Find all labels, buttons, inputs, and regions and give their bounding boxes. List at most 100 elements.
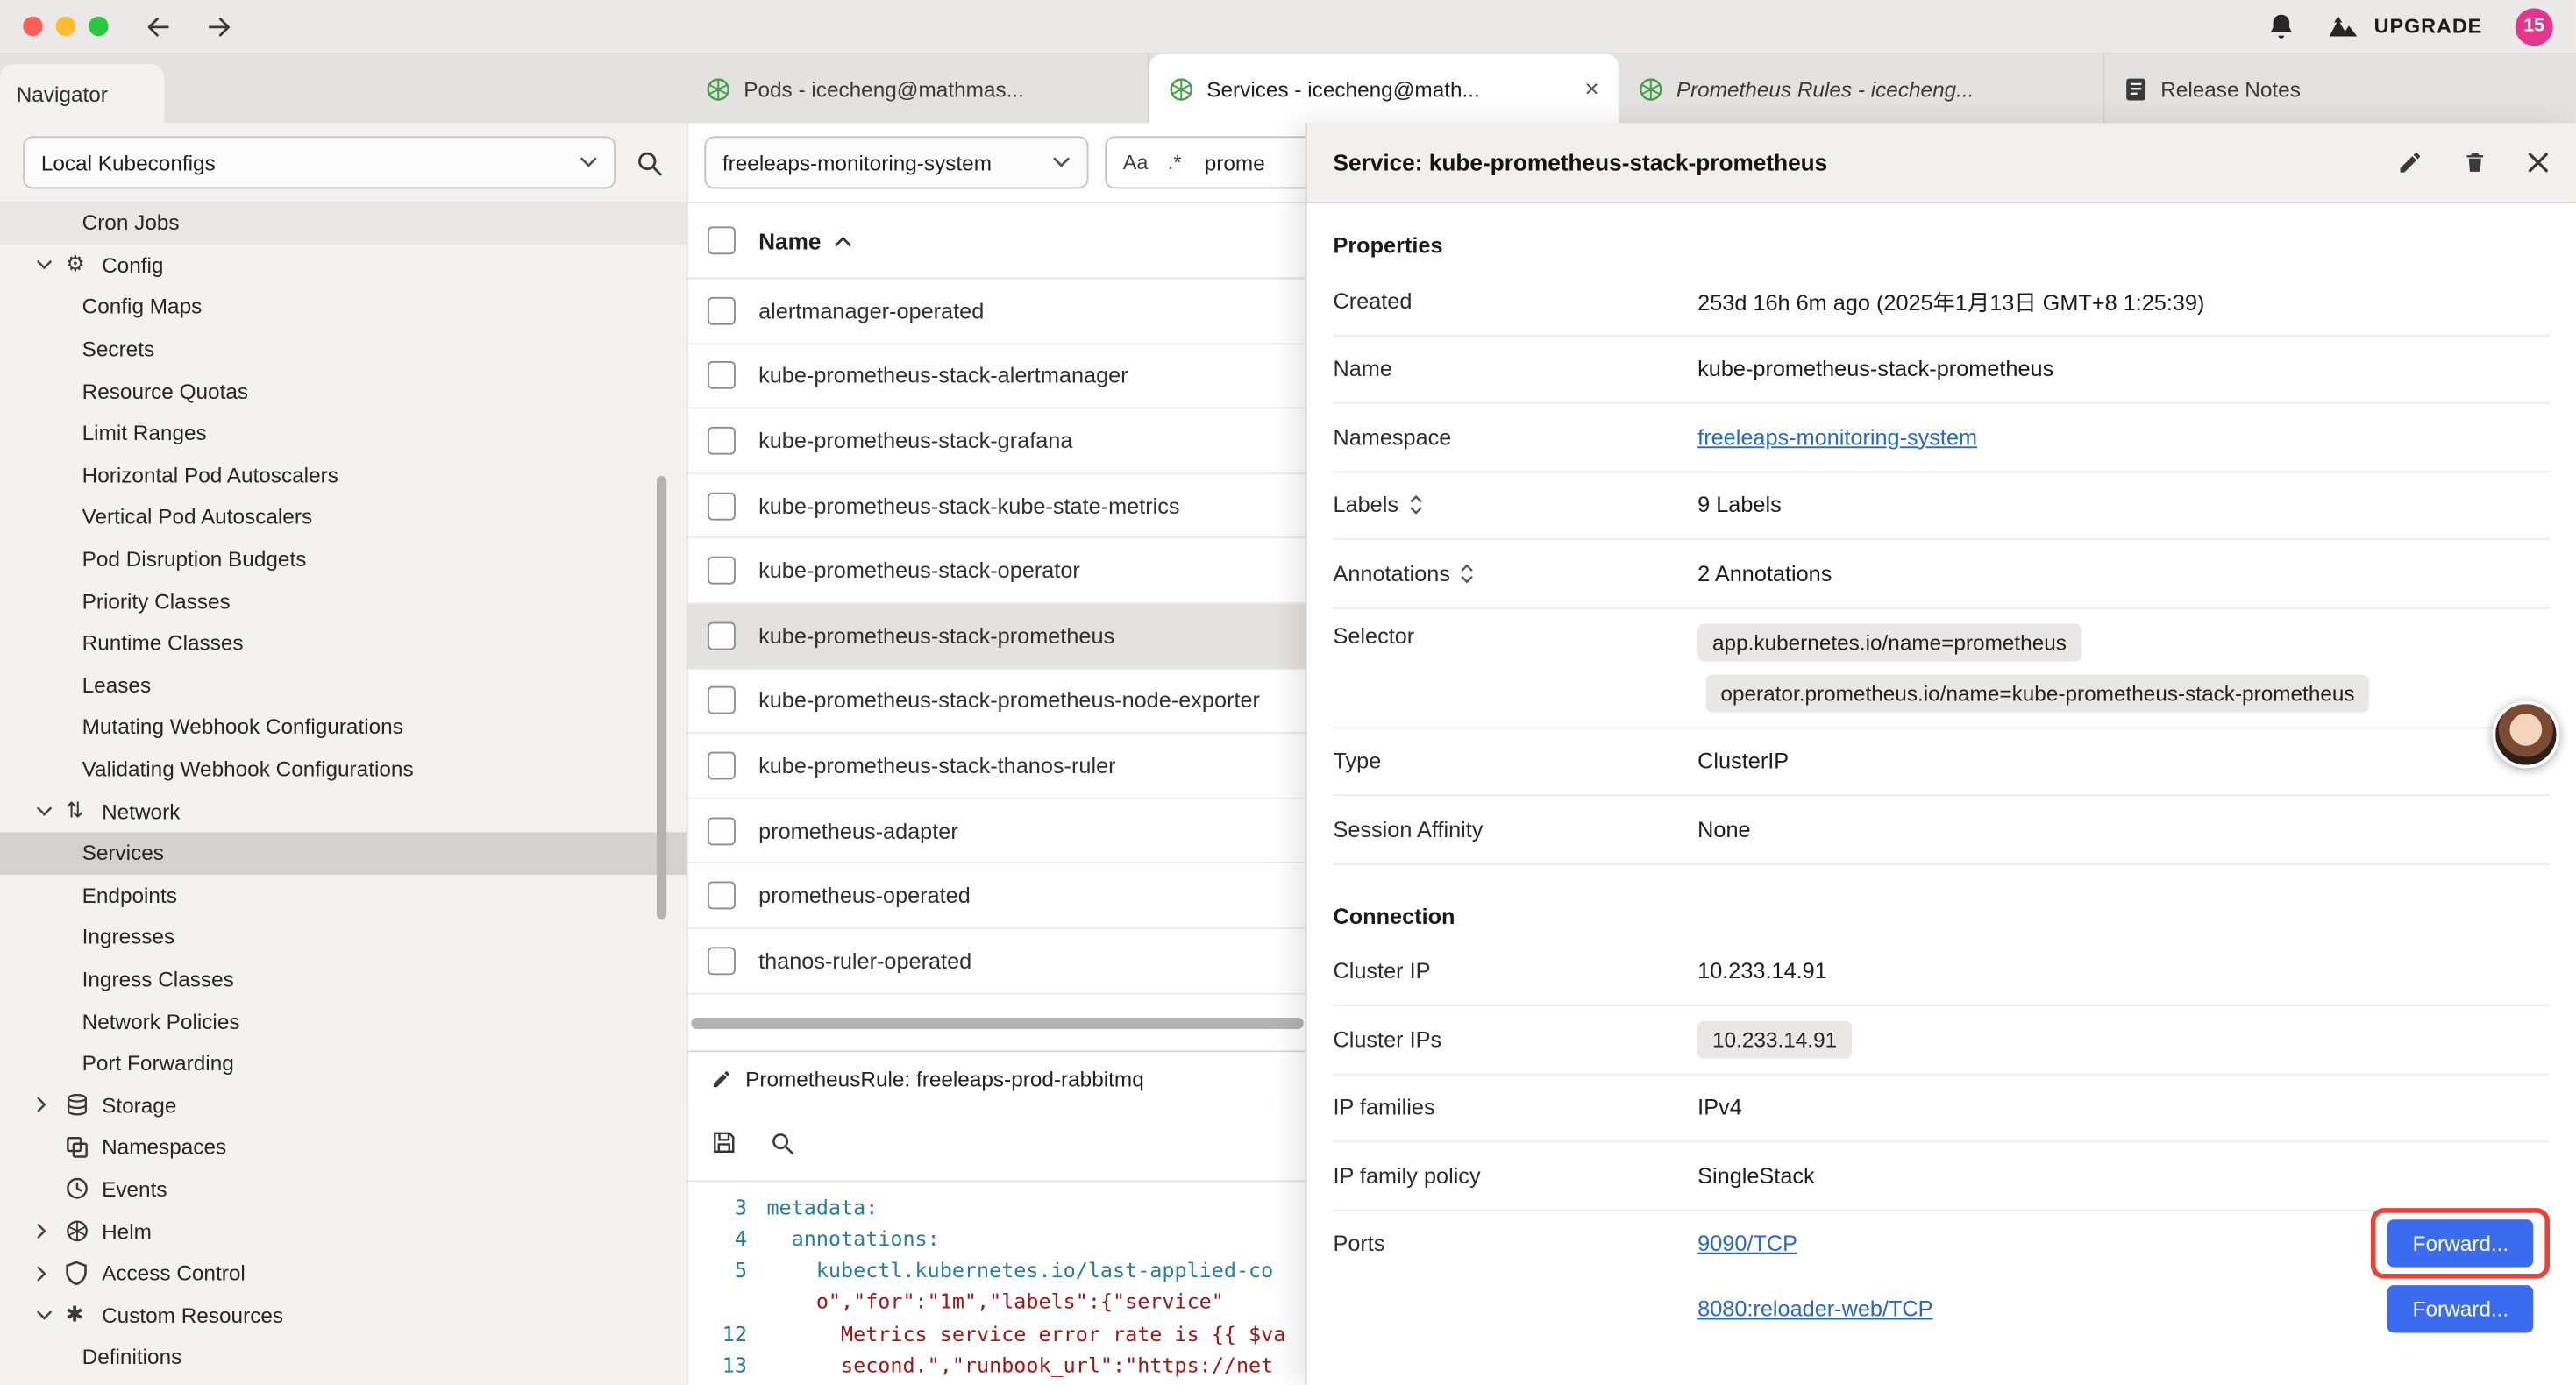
sidebar-item-namespaces[interactable]: Namespaces — [0, 1126, 687, 1168]
gear-icon: ⚙ — [66, 252, 102, 278]
namespace-link[interactable]: freeleaps-monitoring-system — [1697, 425, 1977, 450]
search-icon[interactable] — [770, 1130, 794, 1154]
forward-arrow-icon[interactable] — [205, 12, 233, 40]
tab-services[interactable]: Services - icecheng@math... × — [1149, 54, 1619, 125]
dock-tab-prometheusrule[interactable]: PrometheusRule: freeleaps-prod-rabbitmq — [688, 1051, 1320, 1105]
back-arrow-icon[interactable] — [145, 12, 173, 40]
sidebar-item-helm[interactable]: Helm — [0, 1211, 687, 1253]
kubeconfig-selector[interactable]: Local Kubeconfigs — [23, 136, 616, 188]
tab-prometheus-rules[interactable]: Prometheus Rules - icecheng... — [1619, 54, 2104, 125]
close-icon[interactable] — [2527, 151, 2550, 174]
row-checkbox[interactable] — [708, 947, 736, 975]
bell-icon[interactable] — [2267, 11, 2295, 41]
row-checkbox[interactable] — [708, 297, 736, 325]
sidebar-item-definitions[interactable]: Definitions — [0, 1336, 687, 1378]
sidebar-item-runtime-classes[interactable]: Runtime Classes — [0, 622, 687, 664]
sidebar-item-vertical-pod-autoscalers[interactable]: Vertical Pod Autoscalers — [0, 496, 687, 538]
line-number: 12 — [688, 1318, 767, 1349]
expand-collapse-icon[interactable] — [1460, 563, 1475, 584]
sidebar-item-validating-webhook-configurations[interactable]: Validating Webhook Configurations — [0, 748, 687, 790]
sidebar-item-ingress-classes[interactable]: Ingress Classes — [0, 958, 687, 1000]
sidebar-item-network-policies[interactable]: Network Policies — [0, 1000, 687, 1042]
sidebar-item-ingresses[interactable]: Ingresses — [0, 916, 687, 958]
zoom-window-button[interactable] — [89, 17, 108, 36]
sidebar-item-endpoints[interactable]: Endpoints — [0, 874, 687, 916]
clock-icon — [66, 1177, 102, 1200]
sidebar-item-config-maps[interactable]: Config Maps — [0, 286, 687, 328]
sidebar-item-horizontal-pod-autoscalers[interactable]: Horizontal Pod Autoscalers — [0, 454, 687, 496]
sidebar-item-network[interactable]: ⇅ Network — [0, 790, 687, 832]
cluster-ips-chip: 10.233.14.91 — [1697, 1020, 1852, 1058]
sidebar-item-custom-resources[interactable]: ✱ Custom Resources — [0, 1294, 687, 1336]
pencil-icon — [711, 1068, 732, 1089]
select-all-checkbox[interactable] — [708, 226, 736, 254]
sidebar-item-pod-disruption-budgets[interactable]: Pod Disruption Budgets — [0, 538, 687, 580]
row-checkbox[interactable] — [708, 882, 736, 910]
close-tab-icon[interactable]: × — [1571, 77, 1598, 102]
sidebar-item-mutating-webhook-configurations[interactable]: Mutating Webhook Configurations — [0, 706, 687, 748]
name-column-header[interactable]: Name — [758, 227, 821, 253]
code-line: kubectl.kubernetes.io/last-applied-co — [766, 1254, 1273, 1286]
ports-label: Ports — [1333, 1211, 1697, 1276]
trash-icon[interactable] — [2463, 149, 2487, 175]
close-window-button[interactable] — [23, 17, 42, 36]
chevron-right-icon — [36, 1265, 66, 1282]
port-line: 9090/TCP Forward... — [1697, 1211, 2550, 1276]
cluster-ip-value: 10.233.14.91 — [1697, 959, 1827, 984]
match-case-toggle[interactable]: Aa — [1123, 151, 1149, 174]
sidebar-item-config[interactable]: ⚙ Config — [0, 244, 687, 286]
code-line: second.","runbook_url":"https://net — [766, 1349, 1273, 1381]
save-icon[interactable] — [711, 1129, 737, 1155]
sidebar-item-cron-jobs[interactable]: Cron Jobs — [0, 202, 687, 244]
row-checkbox[interactable] — [708, 686, 736, 714]
navigator-panel-tab[interactable]: Navigator — [0, 64, 164, 124]
avatar[interactable] — [2492, 701, 2559, 769]
sidebar-item-resource-quotas[interactable]: Resource Quotas — [0, 370, 687, 412]
helm-wheel-icon — [66, 1219, 102, 1242]
row-checkbox[interactable] — [708, 557, 736, 585]
sidebar-item-services[interactable]: Services — [0, 832, 687, 874]
port-link[interactable]: 8080:reloader-web/TCP — [1697, 1296, 1932, 1321]
network-arrows-icon: ⇅ — [66, 798, 102, 824]
forward-button[interactable]: Forward... — [2388, 1219, 2534, 1267]
connection-section-title: Connection — [1333, 904, 2550, 928]
port-link[interactable]: 9090/TCP — [1697, 1231, 1797, 1255]
type-label: Type — [1333, 749, 1697, 773]
namespace-row: Namespace freeleaps-monitoring-system — [1333, 404, 2550, 472]
sidebar-item-limit-ranges[interactable]: Limit Ranges — [0, 412, 687, 454]
tab-release-notes[interactable]: Release Notes — [2105, 54, 2576, 125]
sort-ascending-icon[interactable] — [834, 234, 852, 247]
sidebar-scrollbar[interactable] — [657, 476, 666, 920]
edit-icon[interactable] — [2397, 149, 2423, 175]
forward-button[interactable]: Forward... — [2388, 1285, 2534, 1332]
line-number: 3 — [688, 1191, 767, 1223]
line-number: 13 — [688, 1349, 767, 1381]
horizontal-scrollbar[interactable] — [691, 1017, 1303, 1028]
session-affinity-label: Session Affinity — [1333, 817, 1697, 842]
release-notes-icon — [2124, 77, 2147, 102]
upgrade-button[interactable]: UPGRADE — [2328, 15, 2482, 38]
sidebar-item-secrets[interactable]: Secrets — [0, 328, 687, 370]
sidebar-item-port-forwarding[interactable]: Port Forwarding — [0, 1042, 687, 1084]
row-checkbox[interactable] — [708, 492, 736, 520]
notification-badge[interactable]: 15 — [2516, 7, 2553, 45]
namespace-selector[interactable]: freeleaps-monitoring-system — [704, 136, 1088, 188]
line-number: 14 — [688, 1381, 767, 1385]
row-checkbox[interactable] — [708, 817, 736, 845]
sidebar-item-storage[interactable]: Storage — [0, 1084, 687, 1126]
tab-pods[interactable]: Pods - icecheng@mathmas... — [687, 54, 1149, 125]
drawer-title: Service: kube-prometheus-stack-prometheu… — [1333, 149, 1827, 175]
ip-families-row: IP families IPv4 — [1333, 1075, 2550, 1143]
minimize-window-button[interactable] — [56, 17, 75, 36]
search-icon[interactable] — [636, 148, 664, 176]
sidebar-item-events[interactable]: Events — [0, 1168, 687, 1211]
regex-toggle[interactable]: .* — [1168, 151, 1182, 174]
row-checkbox[interactable] — [708, 362, 736, 390]
expand-collapse-icon[interactable] — [1408, 494, 1423, 515]
row-checkbox[interactable] — [708, 427, 736, 455]
sidebar-item-leases[interactable]: Leases — [0, 664, 687, 706]
sidebar-item-priority-classes[interactable]: Priority Classes — [0, 580, 687, 622]
sidebar-item-access-control[interactable]: Access Control — [0, 1252, 687, 1294]
row-checkbox[interactable] — [708, 752, 736, 780]
row-checkbox[interactable] — [708, 621, 736, 650]
